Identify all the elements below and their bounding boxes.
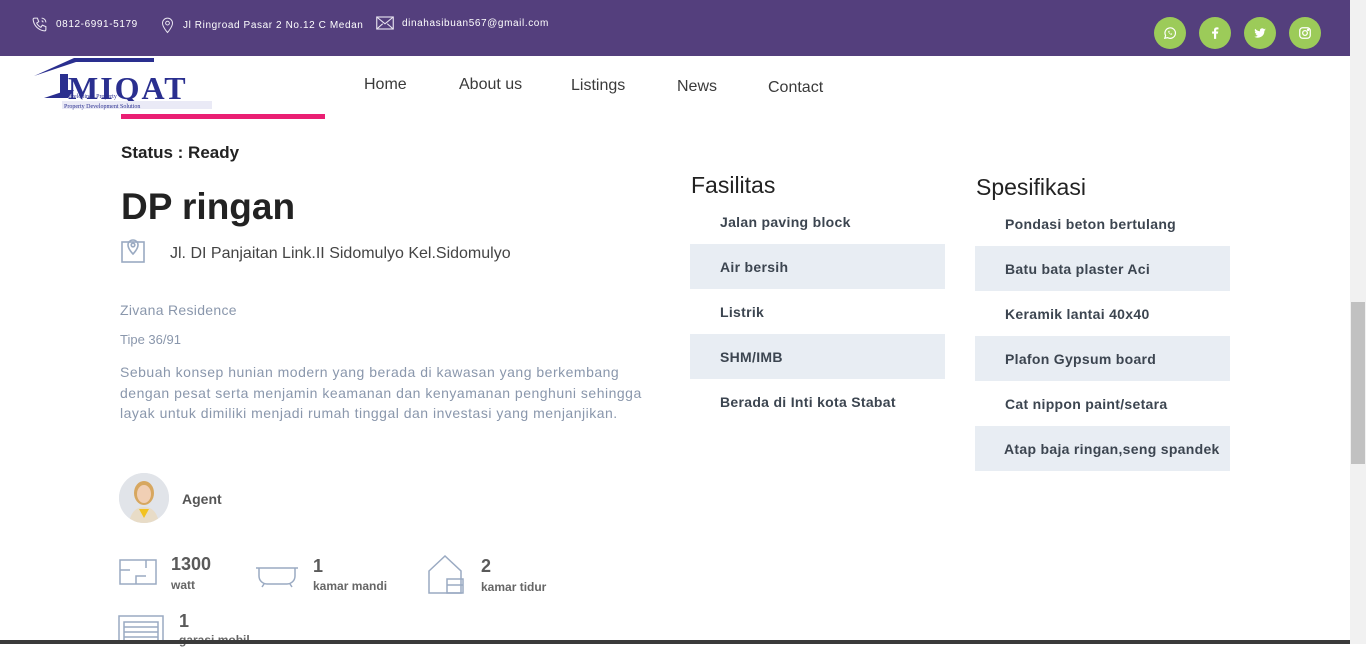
agent-label: Agent: [182, 491, 222, 507]
address-contact: Jl Ringroad Pasar 2 No.12 C Medan: [160, 16, 363, 34]
bottom-edge: [0, 640, 1350, 644]
facebook-icon: [1212, 27, 1219, 39]
garage-value: 1: [179, 611, 190, 631]
bath-value: 1: [313, 556, 324, 576]
scrollbar-thumb[interactable]: [1351, 302, 1365, 464]
bathtub-icon: [256, 567, 298, 588]
property-status: Status : Ready: [121, 143, 240, 162]
fasilitas-item: SHM/IMB: [690, 334, 945, 379]
phone-icon: [32, 17, 47, 32]
spesifikasi-item: Cat nippon paint/setara: [1005, 395, 1168, 412]
spesifikasi-item: Atap baja ringan,seng spandek: [975, 426, 1230, 471]
property-address: Jl. DI Panjaitan Link.II Sidomulyo Kel.S…: [170, 245, 511, 262]
property-description: Sebuah konsep hunian modern yang berada …: [120, 364, 642, 421]
logo-underline: [121, 114, 325, 119]
site-logo[interactable]: MIQAT Developinda Property Property Deve…: [34, 56, 244, 112]
email-text: dinahasibuan567@gmail.com: [402, 17, 549, 29]
imiqat-logo-icon: MIQAT Developinda Property Property Deve…: [34, 58, 212, 110]
property-type: Tipe 36/91: [120, 332, 181, 347]
twitter-button[interactable]: [1244, 17, 1276, 49]
nav-contact[interactable]: Contact: [768, 79, 823, 97]
page-scrollbar[interactable]: [1350, 0, 1366, 644]
fasilitas-item: Air bersih: [690, 244, 945, 289]
residence-name: Zivana Residence: [120, 302, 237, 318]
bed-label: kamar tidur: [481, 580, 547, 594]
nav-news[interactable]: News: [677, 78, 717, 96]
bath-label: kamar mandi: [313, 579, 388, 593]
twitter-icon: [1254, 28, 1266, 38]
instagram-button[interactable]: [1289, 17, 1321, 49]
top-contact-bar: 0812-6991-5179 Jl Ringroad Pasar 2 No.12…: [0, 0, 1366, 56]
logo-tagline: Developinda Property: [64, 94, 117, 100]
svg-text:MIQAT: MIQAT: [68, 70, 188, 106]
map-marker-icon: [120, 236, 146, 269]
fasilitas-item: Berada di Inti kota Stabat: [720, 393, 896, 410]
phone-text: 0812-6991-5179: [56, 19, 138, 30]
email-contact[interactable]: dinahasibuan567@gmail.com: [376, 16, 549, 30]
nav-home[interactable]: Home: [364, 76, 407, 94]
property-title: DP ringan: [121, 186, 296, 227]
facebook-button[interactable]: [1199, 17, 1231, 49]
nav-about[interactable]: About us: [459, 76, 522, 94]
fasilitas-heading: Fasilitas: [691, 172, 776, 198]
house-bed-icon: [428, 554, 464, 594]
spesifikasi-heading: Spesifikasi: [976, 174, 1086, 200]
instagram-icon: [1299, 27, 1311, 39]
spesifikasi-item: Keramik lantai 40x40: [1005, 305, 1150, 322]
address-text: Jl Ringroad Pasar 2 No.12 C Medan: [183, 19, 364, 31]
whatsapp-button[interactable]: [1154, 17, 1186, 49]
whatsapp-icon: [1163, 27, 1177, 40]
floorplan-icon: [119, 559, 157, 585]
location-pin-icon: [161, 17, 174, 34]
spesifikasi-item: Pondasi beton bertulang: [1005, 215, 1177, 232]
fasilitas-item: Listrik: [720, 303, 765, 320]
spesifikasi-item: Plafon Gypsum board: [975, 336, 1230, 381]
fasilitas-item: Jalan paving block: [720, 213, 851, 230]
watt-label: watt: [171, 578, 195, 592]
bed-value: 2: [481, 556, 492, 576]
watt-value: 1300: [171, 554, 212, 574]
spesifikasi-item: Batu bata plaster Aci: [975, 246, 1230, 291]
logo-subtagline: Property Development Solution: [64, 104, 140, 110]
nav-listings[interactable]: Listings: [571, 77, 625, 95]
agent-avatar[interactable]: [119, 473, 169, 523]
phone-contact[interactable]: 0812-6991-5179: [31, 16, 138, 33]
mail-icon: [376, 16, 394, 30]
